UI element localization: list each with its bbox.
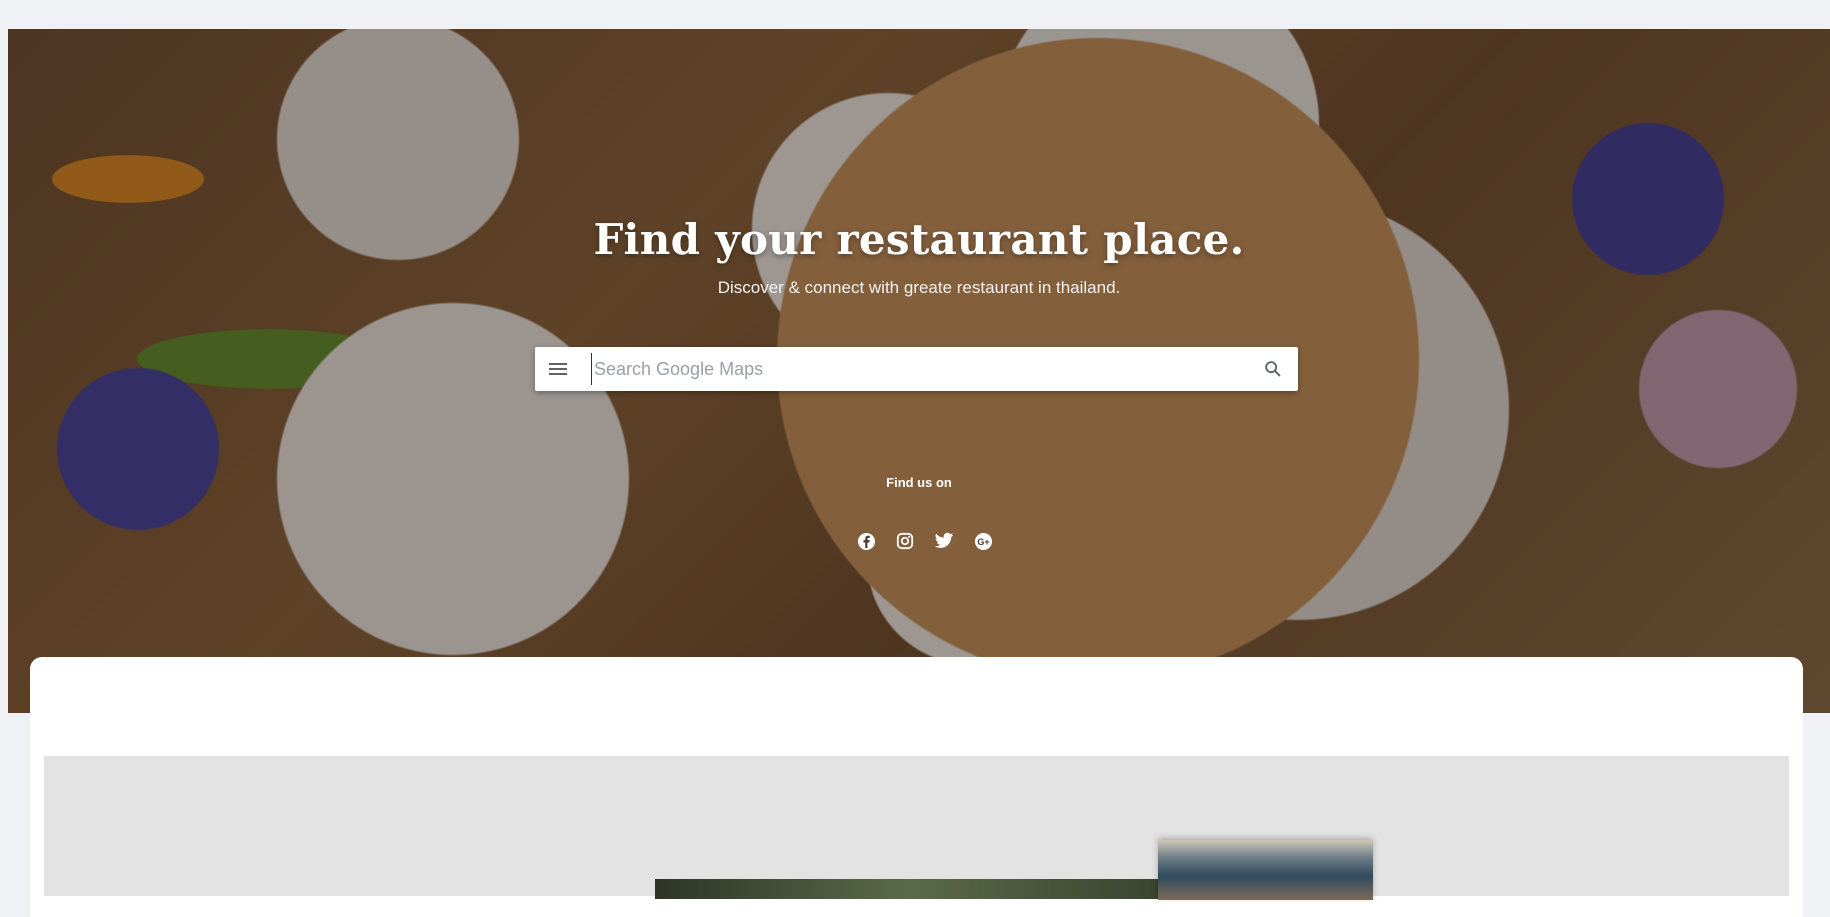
hero-title: Find your restaurant place. bbox=[593, 215, 1245, 264]
hero-banner: Find your restaurant place. Discover & c… bbox=[8, 29, 1830, 713]
hamburger-menu-icon[interactable] bbox=[549, 361, 567, 377]
search-box bbox=[535, 347, 1298, 391]
search-input[interactable] bbox=[591, 353, 1234, 385]
social-links: G+ bbox=[856, 531, 993, 555]
hero-subtitle: Discover & connect with greate restauran… bbox=[717, 278, 1121, 297]
search-icon[interactable] bbox=[1262, 358, 1284, 380]
svg-text:G+: G+ bbox=[977, 536, 989, 546]
google-plus-icon[interactable]: G+ bbox=[973, 531, 993, 551]
image-gallery bbox=[44, 756, 1789, 896]
twitter-icon[interactable] bbox=[934, 531, 954, 551]
instagram-icon[interactable] bbox=[895, 531, 915, 551]
facebook-icon[interactable] bbox=[856, 531, 876, 551]
gallery-photo[interactable] bbox=[1158, 840, 1373, 900]
find-us-label: Find us on bbox=[886, 475, 952, 490]
gallery-photo[interactable] bbox=[655, 879, 1160, 899]
